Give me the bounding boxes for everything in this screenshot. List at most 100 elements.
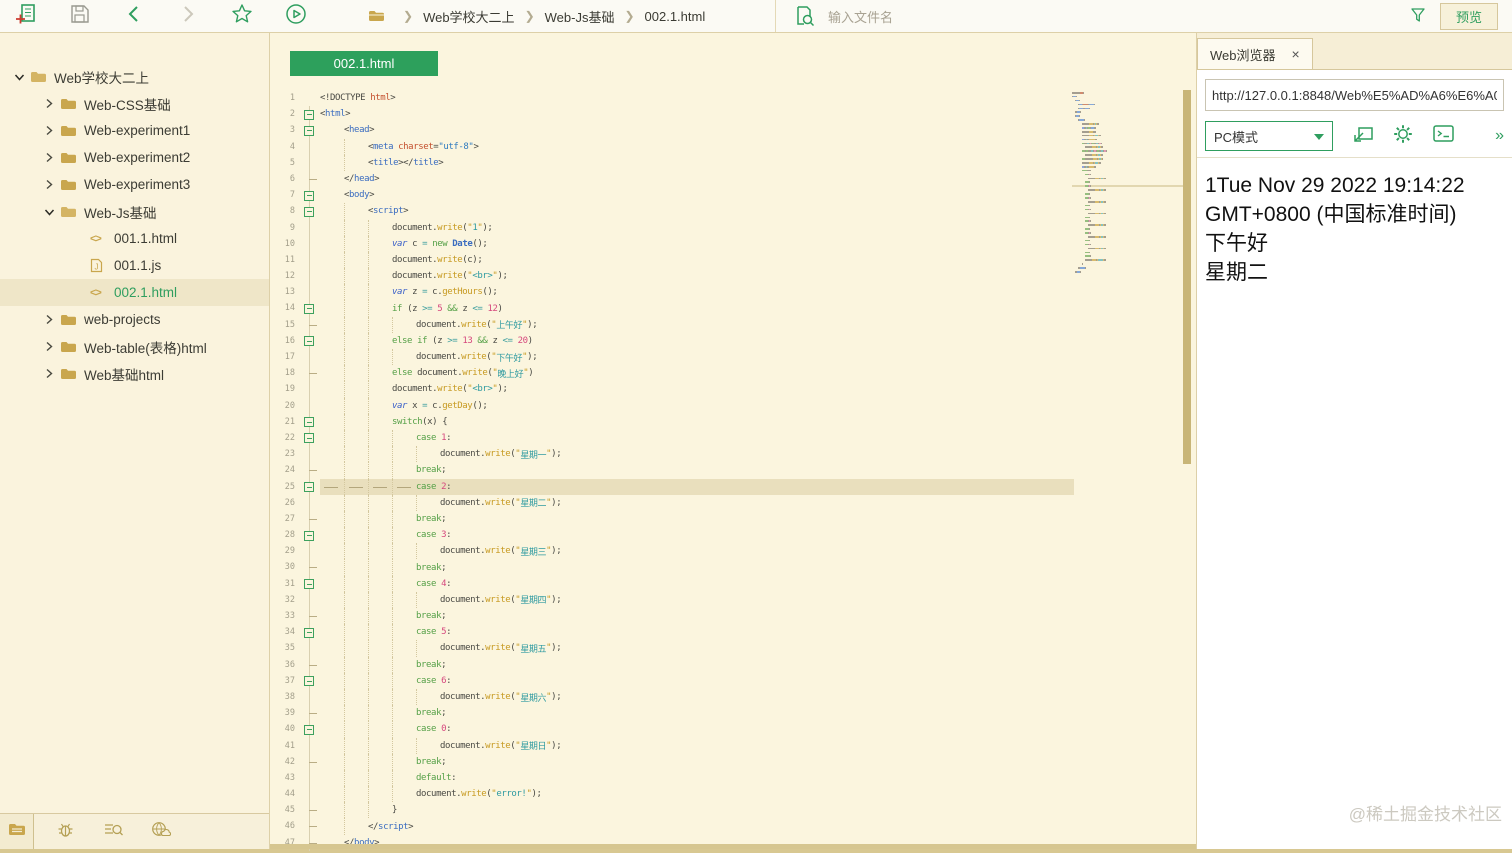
code-text[interactable]: break; <box>320 510 1074 528</box>
code-text[interactable]: case 6: <box>320 672 1074 689</box>
code-line-22[interactable]: 22 case 1: <box>274 429 1074 447</box>
code-line-45[interactable]: 45} <box>274 802 1074 819</box>
code-line-19[interactable]: 19 document. write(" <br> "); <box>274 381 1074 398</box>
code-line-15[interactable]: 15 document. write(" 上午好 "); <box>274 316 1074 334</box>
code-line-28[interactable]: 28 case 3: <box>274 527 1074 544</box>
tree-item-Web-[interactable]: Web学校大二上 <box>0 63 269 90</box>
line-number[interactable]: 9 <box>274 220 300 236</box>
web-panel-button[interactable] <box>144 814 178 849</box>
line-number[interactable]: 6 <box>274 171 300 187</box>
code-line-36[interactable]: 36 break; <box>274 656 1074 673</box>
line-number[interactable]: 25 <box>274 479 300 495</box>
line-number[interactable]: 34 <box>274 624 300 640</box>
code-line-33[interactable]: 33 break; <box>274 608 1074 625</box>
fold-collapse-icon[interactable] <box>304 109 314 120</box>
code-text[interactable]: </script > <box>320 818 1074 835</box>
code-text[interactable]: } <box>320 802 1074 819</box>
code-text[interactable]: document. write(" 星期三 "); <box>320 543 1074 560</box>
code-text[interactable]: break; <box>320 559 1074 576</box>
code-text[interactable]: var z = c. getHours (); <box>320 284 1074 301</box>
line-number[interactable]: 31 <box>274 576 300 592</box>
code-line-32[interactable]: 32 document. write(" 星期四 "); <box>274 591 1074 609</box>
line-number[interactable]: 1 <box>274 90 300 106</box>
code-text[interactable]: document. write(" 上午好 "); <box>320 316 1074 333</box>
code-line-12[interactable]: 12 document. write(" <br> "); <box>274 268 1074 285</box>
line-number[interactable]: 16 <box>274 333 300 349</box>
code-line-24[interactable]: 24 break; <box>274 462 1074 479</box>
code-line-31[interactable]: 31 case 4: <box>274 575 1074 593</box>
line-number[interactable]: 3 <box>274 122 300 138</box>
code-line-20[interactable]: 20 var x = c. getDay (); <box>274 397 1074 414</box>
chevron-right-icon[interactable] <box>38 98 60 109</box>
fold-collapse-icon[interactable] <box>304 206 314 217</box>
code-line-35[interactable]: 35 document. write(" 星期五 "); <box>274 640 1074 657</box>
code-text[interactable]: document. write(" <br> "); <box>320 268 1074 285</box>
code-line-10[interactable]: 10 var c = new Date (); <box>274 235 1074 253</box>
code-text[interactable]: case 0: <box>320 721 1074 738</box>
line-number[interactable]: 40 <box>274 721 300 737</box>
filter-button[interactable] <box>1410 7 1426 28</box>
preview-button[interactable]: 预览 <box>1440 3 1498 30</box>
code-line-29[interactable]: 29 document. write(" 星期三 "); <box>274 543 1074 560</box>
horizontal-scrollbar[interactable] <box>270 844 1196 849</box>
close-icon[interactable]: × <box>1292 46 1300 62</box>
tree-item-Web-experiment2[interactable]: Web-experiment2 <box>0 144 269 171</box>
code-line-5[interactable]: 5 < title ></title > <box>274 154 1074 172</box>
tab-web-browser[interactable]: Web浏览器 × <box>1197 38 1313 69</box>
line-number[interactable]: 27 <box>274 511 300 527</box>
fold-collapse-icon[interactable] <box>304 724 314 735</box>
fold-collapse-icon[interactable] <box>304 433 314 444</box>
line-number[interactable]: 14 <box>274 300 300 316</box>
fold-collapse-icon[interactable] <box>304 530 314 541</box>
code-text[interactable]: var x = c. getDay (); <box>320 397 1074 414</box>
fold-collapse-icon[interactable] <box>304 336 314 347</box>
chevron-right-icon[interactable] <box>38 341 60 352</box>
line-number[interactable]: 19 <box>274 381 300 397</box>
code-text[interactable]: break; <box>320 462 1074 479</box>
code-text[interactable]: default: <box>320 769 1074 787</box>
fold-collapse-icon[interactable] <box>304 417 314 428</box>
code-line-21[interactable]: 21 switch (x) { <box>274 413 1074 431</box>
code-text[interactable]: document. write(" 星期二 "); <box>320 494 1074 511</box>
device-mode-select[interactable]: PC模式 <box>1205 121 1333 151</box>
line-number[interactable]: 38 <box>274 689 300 705</box>
minimap[interactable] <box>1072 92 1184 275</box>
tree-item-Web-CSS-[interactable]: Web-CSS基础 <box>0 90 269 117</box>
line-number[interactable]: 28 <box>274 527 300 543</box>
run-button[interactable] <box>282 2 310 30</box>
code-text[interactable]: document. write(" 下午好 "); <box>320 349 1074 366</box>
line-number[interactable]: 7 <box>274 187 300 203</box>
more-actions-button[interactable]: » <box>1495 127 1504 145</box>
code-text[interactable]: document. write (c); <box>320 251 1074 269</box>
line-number[interactable]: 30 <box>274 559 300 575</box>
code-line-40[interactable]: 40 case 0: <box>274 721 1074 738</box>
code-text[interactable]: < script > <box>320 203 1074 220</box>
file-search-input[interactable]: 输入文件名 <box>775 0 1395 32</box>
line-number[interactable]: 36 <box>274 657 300 673</box>
code-text[interactable]: document. write(" 星期四 "); <box>320 591 1074 608</box>
code-text[interactable]: break; <box>320 608 1074 625</box>
search-panel-button[interactable] <box>96 814 130 849</box>
tree-item-Web-experiment1[interactable]: Web-experiment1 <box>0 117 269 144</box>
code-text[interactable]: document. write(" error! "); <box>320 786 1074 803</box>
line-number[interactable]: 42 <box>274 754 300 770</box>
tree-item-Web-Js-[interactable]: Web-Js基础 <box>0 198 269 225</box>
code-line-27[interactable]: 27 break; <box>274 510 1074 528</box>
chevron-right-icon[interactable] <box>38 314 60 325</box>
code-line-37[interactable]: 37 case 6: <box>274 672 1074 690</box>
line-number[interactable]: 10 <box>274 236 300 252</box>
code-line-44[interactable]: 44 document. write(" error! "); <box>274 786 1074 803</box>
breadcrumb-item-file[interactable]: 002.1.html <box>645 9 706 24</box>
code-text[interactable]: break; <box>320 705 1074 722</box>
line-number[interactable]: 26 <box>274 495 300 511</box>
fold-collapse-icon[interactable] <box>304 482 314 492</box>
code-text[interactable]: break; <box>320 753 1074 770</box>
line-number[interactable]: 41 <box>274 738 300 754</box>
code-text[interactable]: < meta charset = "utf-8" > <box>320 138 1074 155</box>
vertical-scrollbar[interactable] <box>1183 90 1191 464</box>
code-text[interactable]: <!DOCTYPE html > <box>320 90 1074 106</box>
code-line-6[interactable]: 6 </head > <box>274 170 1074 188</box>
tree-item-Web-html[interactable]: Web基础html <box>0 360 269 387</box>
fold-collapse-icon[interactable] <box>304 676 314 687</box>
console-button[interactable] <box>1433 125 1454 147</box>
